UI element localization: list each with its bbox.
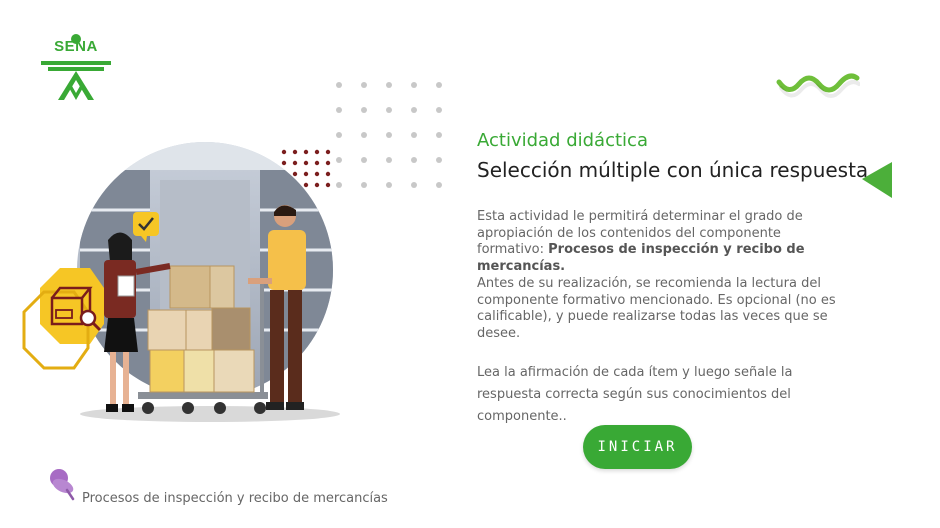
- description-paragraph: Esta actividad le permitirá determinar e…: [477, 209, 847, 275]
- wave-icon: [776, 73, 860, 98]
- instructions-paragraph: Lea la afirmación de cada ítem y luego s…: [477, 365, 793, 424]
- start-button[interactable]: INICIAR: [583, 425, 692, 469]
- triangle-left-icon: [862, 162, 892, 198]
- pushpin-icon: [50, 469, 75, 501]
- footer-component-title: Procesos de inspección y recibo de merca…: [82, 491, 388, 506]
- sena-logo: SENA: [40, 34, 112, 104]
- activity-title: Selección múltiple con única respuesta: [477, 158, 869, 182]
- activity-type-label: Actividad didáctica: [477, 130, 648, 151]
- warehouse-illustration: [22, 142, 340, 422]
- recommendation-paragraph: Antes de su realización, se recomienda l…: [477, 276, 836, 341]
- package-inspection-icon: [22, 268, 104, 370]
